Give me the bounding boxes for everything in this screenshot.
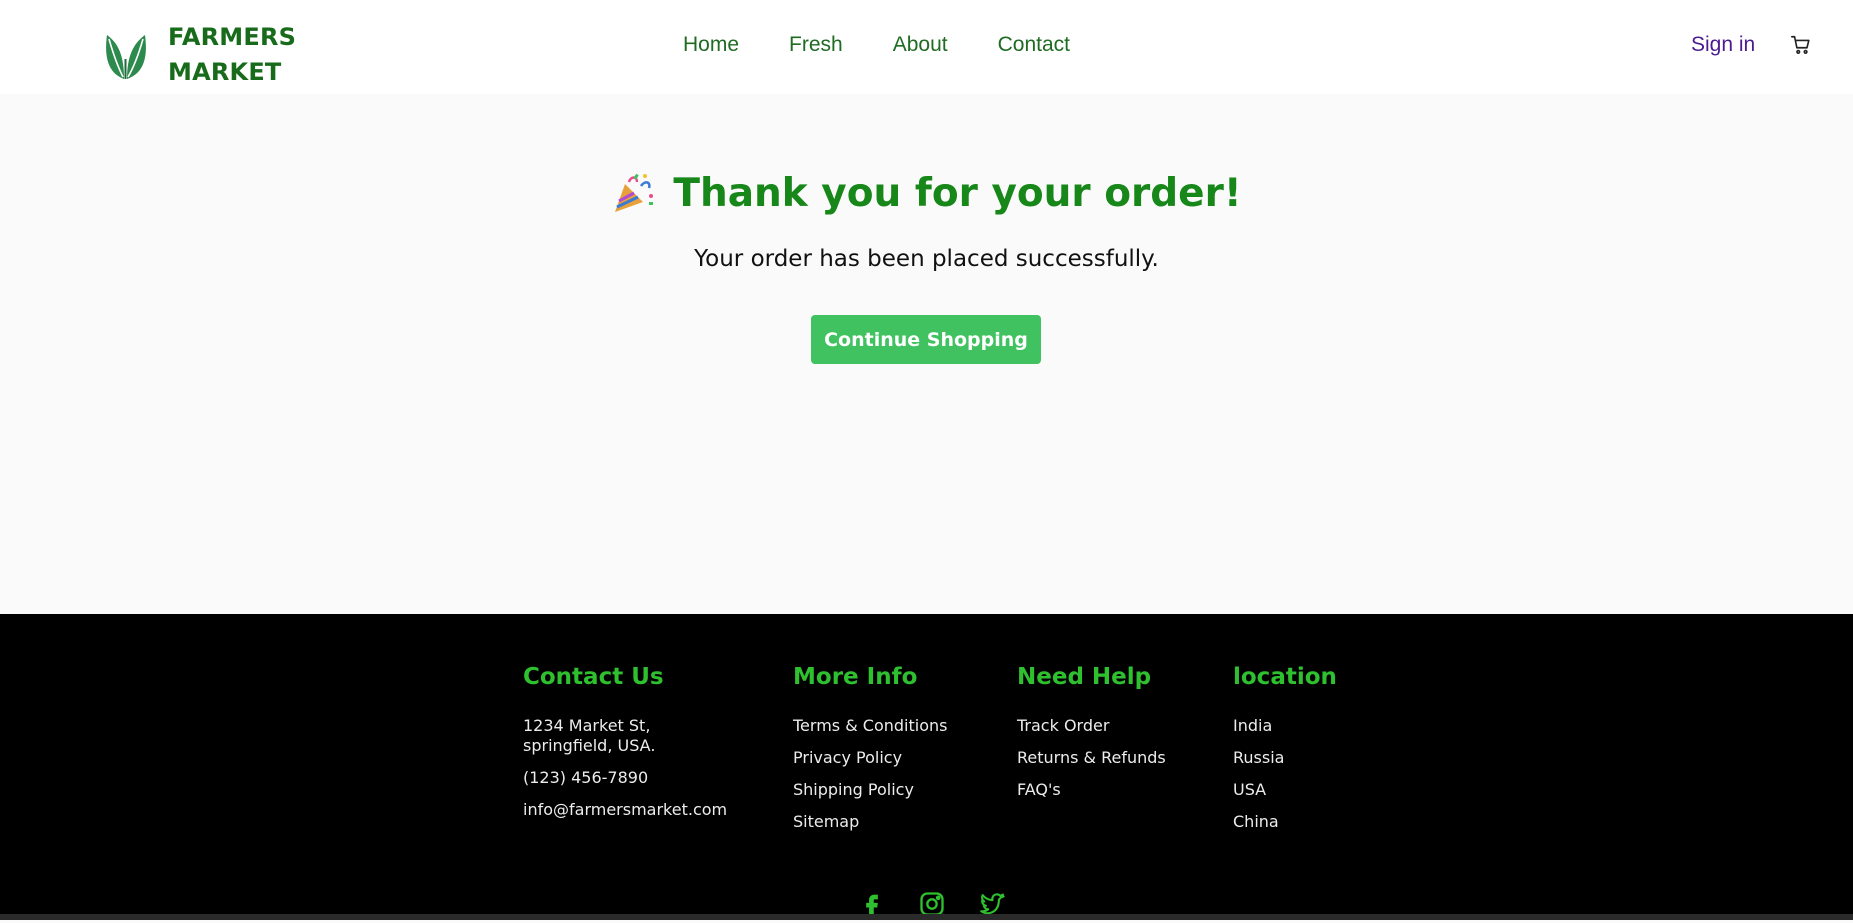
footer-contact-heading: Contact Us	[523, 664, 664, 690]
footer-address-line1: 1234 Market St,	[523, 716, 651, 735]
site-header: FARMERS MARKET Home Fresh About Contact …	[0, 0, 1853, 94]
order-confirmation: Thank you for your order! Your order has…	[0, 94, 1853, 614]
confirmation-message: Your order has been placed successfully.	[694, 246, 1159, 272]
footer-more-info-column: More Info Terms & Conditions Privacy Pol…	[793, 664, 947, 844]
nav-fresh-link[interactable]: Fresh	[789, 33, 843, 57]
footer-bottom-bar	[0, 914, 1853, 920]
footer-address-line2: springfield, USA.	[523, 736, 656, 755]
leaf-logo-icon	[106, 35, 146, 79]
nav-about-link[interactable]: About	[893, 33, 948, 57]
footer-shipping-link[interactable]: Shipping Policy	[793, 780, 947, 800]
cart-icon[interactable]	[1790, 34, 1812, 56]
footer-location-heading: location	[1233, 664, 1337, 690]
brand-name: FARMERS MARKET	[168, 20, 296, 90]
footer-terms-link[interactable]: Terms & Conditions	[793, 716, 947, 736]
main-nav: Home Fresh About Contact	[683, 33, 1070, 57]
footer-more-info-heading: More Info	[793, 664, 918, 690]
continue-shopping-button[interactable]: Continue Shopping	[811, 315, 1041, 364]
footer-track-order-link[interactable]: Track Order	[1017, 716, 1166, 736]
confirmation-heading-row: Thank you for your order!	[0, 171, 1853, 216]
footer-need-help-column: Need Help Track Order Returns & Refunds …	[1017, 664, 1166, 812]
sign-in-link[interactable]: Sign in	[1691, 33, 1755, 57]
footer-location-usa[interactable]: USA	[1233, 780, 1337, 800]
footer-need-help-heading: Need Help	[1017, 664, 1152, 690]
party-popper-icon	[615, 173, 654, 212]
footer-sitemap-link[interactable]: Sitemap	[793, 812, 947, 832]
footer-location-china[interactable]: China	[1233, 812, 1337, 832]
site-footer: Contact Us 1234 Market St, springfield, …	[0, 614, 1853, 920]
brand-logo-link[interactable]: FARMERS MARKET	[104, 20, 296, 90]
footer-privacy-link[interactable]: Privacy Policy	[793, 748, 947, 768]
footer-phone: (123) 456-7890	[523, 768, 649, 787]
footer-address: 1234 Market St, springfield, USA.	[523, 716, 753, 756]
footer-faq-link[interactable]: FAQ's	[1017, 780, 1166, 800]
footer-email: info@farmersmarket.com	[523, 800, 728, 819]
nav-home-link[interactable]: Home	[683, 33, 739, 57]
brand-name-line1: FARMERS	[168, 23, 297, 51]
footer-contact-column: Contact Us 1234 Market St, springfield, …	[523, 664, 753, 832]
confirmation-title: Thank you for your order!	[673, 171, 1242, 216]
footer-returns-link[interactable]: Returns & Refunds	[1017, 748, 1166, 768]
footer-location-column: location India Russia USA China	[1233, 664, 1337, 844]
footer-location-india[interactable]: India	[1233, 716, 1337, 736]
nav-contact-link[interactable]: Contact	[998, 33, 1070, 57]
footer-location-russia[interactable]: Russia	[1233, 748, 1337, 768]
brand-name-line2: MARKET	[168, 58, 282, 86]
